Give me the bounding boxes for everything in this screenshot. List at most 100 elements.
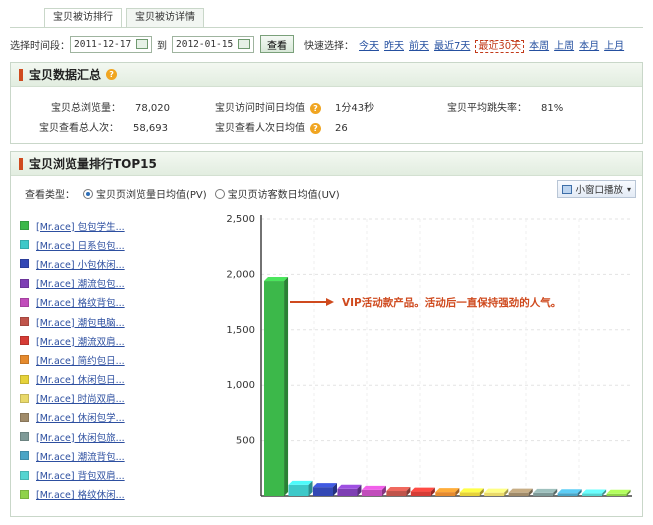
calendar-icon[interactable]: [136, 39, 148, 49]
legend-label[interactable]: [Mr.ace] 休闲包学...: [36, 410, 125, 424]
small-window-label: 小窗口播放: [575, 185, 623, 196]
summary-value: 58,693: [133, 123, 168, 134]
legend-swatch: [20, 259, 29, 269]
tab-divider: [10, 27, 643, 28]
legend-swatch: [20, 297, 29, 307]
legend-label[interactable]: [Mr.ace] 小包休闲...: [36, 257, 125, 271]
window-icon: [562, 184, 573, 194]
legend-label[interactable]: [Mr.ace] 日系包包...: [36, 238, 125, 252]
quick-select-link[interactable]: 本周: [529, 41, 549, 52]
radio-uv-label[interactable]: 宝贝页访客数日均值(UV): [228, 186, 340, 201]
legend-swatch: [20, 221, 29, 231]
legend-swatch: [20, 317, 29, 327]
legend-swatch: [20, 240, 29, 250]
legend-item[interactable]: [Mr.ace] 休闲包旅...: [20, 427, 125, 446]
legend-item[interactable]: [Mr.ace] 背包双肩...: [20, 465, 125, 484]
help-icon[interactable]: ?: [310, 123, 321, 134]
legend-item[interactable]: [Mr.ace] 休闲包日...: [20, 370, 125, 389]
quick-select-links: 今天 昨天 前天 最近7天 最近30天 本周 上周 本月 上月: [354, 37, 624, 53]
summary-panel-header: 宝贝数据汇总 ?: [11, 63, 642, 87]
legend-label[interactable]: [Mr.ace] 休闲包旅...: [36, 430, 125, 444]
small-window-button[interactable]: 小窗口播放 ▾: [557, 180, 636, 198]
summary-label: 宝贝访问时间日均值: [215, 103, 305, 114]
legend-swatch: [20, 470, 29, 480]
legend-label[interactable]: [Mr.ace] 潮包电脑...: [36, 315, 125, 329]
legend-label[interactable]: [Mr.ace] 格纹休闲...: [36, 487, 125, 501]
legend-label[interactable]: [Mr.ace] 格纹背包...: [36, 295, 125, 309]
to-label: 到: [157, 40, 167, 52]
summary-value: 1分43秒: [335, 103, 375, 114]
legend-swatch: [20, 374, 29, 384]
legend-swatch: [20, 278, 29, 288]
legend-item[interactable]: [Mr.ace] 潮流双肩...: [20, 331, 125, 350]
legend-swatch: [20, 412, 29, 422]
legend-label[interactable]: [Mr.ace] 简约包日...: [36, 353, 125, 367]
legend-label[interactable]: [Mr.ace] 包包学生...: [36, 219, 125, 233]
view-type-label: 查看类型：: [25, 190, 75, 201]
summary-panel: 宝贝数据汇总 ? 宝贝总浏览量： 78,020 宝贝查看总人次： 58,693 宝贝…: [10, 62, 643, 144]
legend-item[interactable]: [Mr.ace] 潮流背包...: [20, 446, 125, 465]
query-button[interactable]: 查看: [260, 35, 294, 53]
legend-item[interactable]: [Mr.ace] 休闲包学...: [20, 408, 125, 427]
legend-swatch: [20, 336, 29, 346]
legend-swatch: [20, 489, 29, 499]
legend-item[interactable]: [Mr.ace] 包包学生...: [20, 216, 125, 235]
end-date-value: 2012-01-15: [176, 38, 234, 50]
summary-title: 宝贝数据汇总: [29, 68, 102, 82]
quick-select-link[interactable]: 上周: [554, 41, 574, 52]
quick-select-link[interactable]: 上月: [604, 41, 624, 52]
start-date-value: 2011-12-17: [74, 38, 132, 50]
legend-item[interactable]: [Mr.ace] 潮流包包...: [20, 274, 125, 293]
calendar-icon[interactable]: [238, 39, 250, 49]
tab-item-ranking[interactable]: 宝贝被访排行: [44, 8, 122, 28]
quick-select-link[interactable]: 今天: [359, 41, 379, 52]
legend-item[interactable]: [Mr.ace] 潮包电脑...: [20, 312, 125, 331]
legend-item[interactable]: [Mr.ace] 格纹背包...: [20, 293, 125, 312]
summary-label: 宝贝查看总人次：: [39, 123, 119, 134]
legend-item[interactable]: [Mr.ace] 格纹休闲...: [20, 485, 125, 504]
legend-swatch: [20, 393, 29, 403]
tab-bar: 宝贝被访排行 宝贝被访详情: [44, 8, 208, 28]
radio-pv[interactable]: [83, 188, 93, 199]
legend-swatch: [20, 451, 29, 461]
ranking-panel-header: 宝贝浏览量排行TOP15: [11, 152, 642, 176]
quick-select-link[interactable]: 昨天: [384, 41, 404, 52]
summary-value: 78,020: [135, 103, 170, 114]
date-filter-row: 选择时间段： 2011-12-17 到 2012-01-15 查看 快速选择： …: [10, 35, 624, 53]
legend-label[interactable]: [Mr.ace] 休闲包日...: [36, 372, 125, 386]
radio-pv-label[interactable]: 宝贝页浏览量日均值(PV): [96, 186, 207, 201]
ranking-title: 宝贝浏览量排行TOP15: [29, 157, 157, 171]
summary-item-avg-visits: 宝贝查看人次日均值? 26: [215, 119, 348, 134]
chevron-down-icon: ▾: [626, 184, 631, 194]
legend-item[interactable]: [Mr.ace] 小包休闲...: [20, 254, 125, 273]
legend-label[interactable]: [Mr.ace] 潮流包包...: [36, 276, 125, 290]
date-range-label: 选择时间段：: [10, 40, 70, 52]
help-icon[interactable]: ?: [106, 69, 118, 80]
legend-item[interactable]: [Mr.ace] 简约包日...: [20, 350, 125, 369]
radio-uv[interactable]: [214, 188, 225, 199]
legend-label[interactable]: [Mr.ace] 背包双肩...: [36, 468, 125, 482]
legend-item[interactable]: [Mr.ace] 日系包包...: [20, 235, 125, 254]
summary-item-pageviews: 宝贝总浏览量： 78,020: [51, 99, 170, 114]
legend-label[interactable]: [Mr.ace] 潮流背包...: [36, 449, 125, 463]
quick-select-link[interactable]: 最近30天: [475, 39, 525, 53]
legend-label[interactable]: [Mr.ace] 时尚双肩...: [36, 391, 125, 405]
summary-label: 宝贝总浏览量：: [51, 103, 121, 114]
quick-select-link[interactable]: 本月: [579, 41, 599, 52]
chart-legend: [Mr.ace] 包包学生... [Mr.ace] 日系包包... [Mr.ace]…: [20, 216, 125, 504]
start-date-field[interactable]: 2011-12-17: [70, 35, 152, 53]
tab-item-details[interactable]: 宝贝被访详情: [126, 8, 204, 28]
quick-select-label: 快速选择：: [304, 40, 354, 52]
end-date-field[interactable]: 2012-01-15: [172, 35, 254, 53]
section-marker: [19, 157, 23, 170]
quick-select-link[interactable]: 最近7天: [434, 41, 470, 52]
legend-item[interactable]: [Mr.ace] 时尚双肩...: [20, 389, 125, 408]
legend-swatch: [20, 355, 29, 365]
summary-item-bounce-rate: 宝贝平均跳失率： 81%: [447, 99, 563, 114]
quick-select-link[interactable]: 前天: [409, 41, 429, 52]
summary-value: 81%: [541, 103, 564, 114]
help-icon[interactable]: ?: [310, 103, 321, 114]
legend-label[interactable]: [Mr.ace] 潮流双肩...: [36, 334, 125, 348]
legend-swatch: [20, 432, 29, 442]
summary-item-visits: 宝贝查看总人次： 58,693: [39, 119, 168, 134]
